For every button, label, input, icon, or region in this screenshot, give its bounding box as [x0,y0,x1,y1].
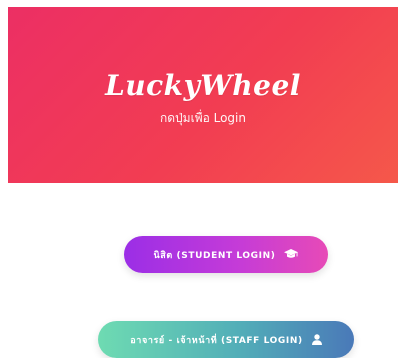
graduation-cap-icon [284,249,299,260]
staff-login-button[interactable]: อาจารย์ - เจ้าหน้าที่ (STAFF LOGIN) [98,321,354,358]
staff-login-label: อาจารย์ - เจ้าหน้าที่ (STAFF LOGIN) [130,335,303,346]
user-icon [311,334,322,345]
login-screen: LuckyWheel กดปุ่มเพื่อ Login นิสิต (STUD… [0,0,406,358]
hero-banner: LuckyWheel กดปุ่มเพื่อ Login [8,7,398,183]
student-login-label: นิสิต (STUDENT LOGIN) [153,250,276,261]
app-logo-text: LuckyWheel [105,69,301,102]
hero-subtitle: กดปุ่มเพื่อ Login [160,111,246,125]
student-login-button[interactable]: นิสิต (STUDENT LOGIN) [124,236,328,273]
